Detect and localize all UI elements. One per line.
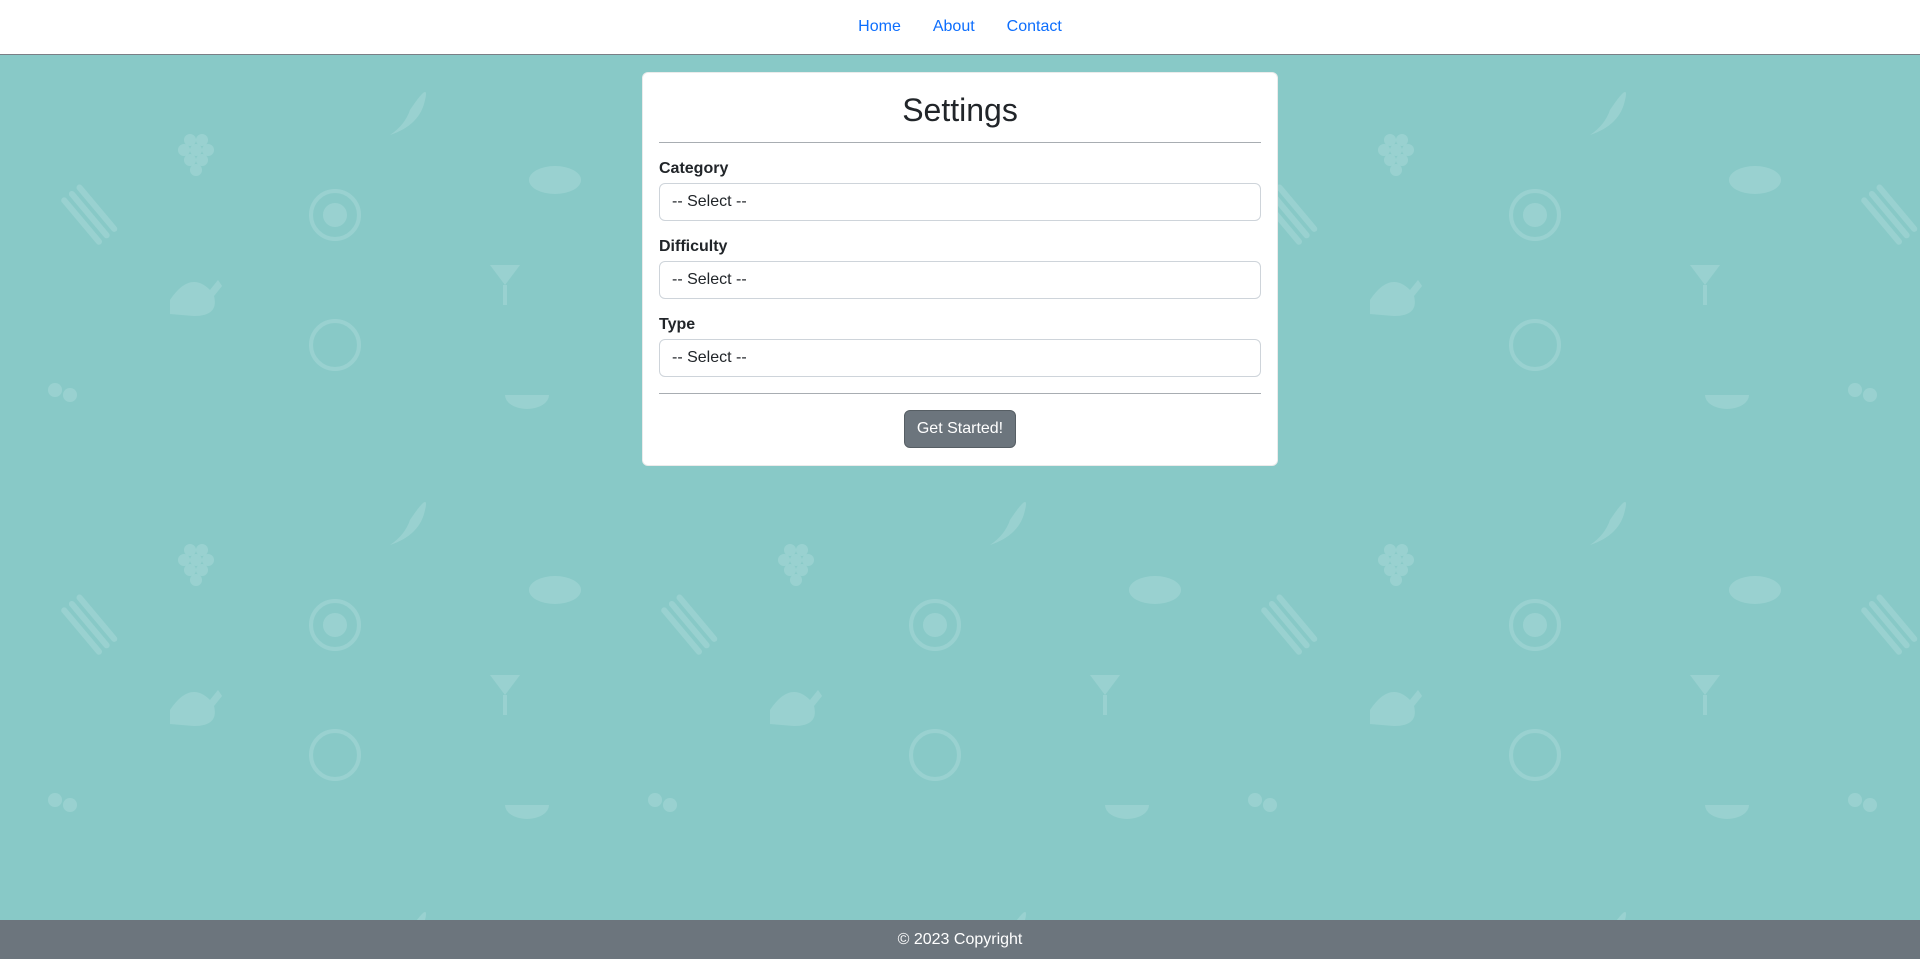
footer: © 2023 Copyright (0, 920, 1920, 959)
difficulty-label: Difficulty (659, 238, 728, 255)
type-label: Type (659, 316, 696, 333)
nav-menu: Home About Contact (842, 10, 1078, 44)
category-select[interactable]: -- Select -- (659, 183, 1261, 221)
category-label: Category (659, 160, 729, 177)
difficulty-select[interactable]: -- Select -- (659, 261, 1261, 299)
type-select[interactable]: -- Select -- (659, 339, 1261, 377)
actions-divider (659, 393, 1261, 394)
title-divider (659, 142, 1261, 143)
nav-link-home[interactable]: Home (842, 10, 917, 44)
page-title: Settings (902, 92, 1018, 128)
top-navbar: Home About Contact (0, 0, 1920, 55)
get-started-button[interactable]: Get Started! (903, 410, 1017, 448)
difficulty-field: Difficulty -- Select -- (659, 237, 1261, 299)
settings-card: Settings Category -- Select -- Difficult… (642, 72, 1278, 466)
category-field: Category -- Select -- (659, 159, 1261, 221)
nav-link-about[interactable]: About (917, 10, 991, 44)
nav-link-contact[interactable]: Contact (991, 10, 1078, 44)
copyright-text: © 2023 Copyright (897, 931, 1023, 948)
card-actions: Get Started! (659, 410, 1261, 448)
type-field: Type -- Select -- (659, 315, 1261, 377)
